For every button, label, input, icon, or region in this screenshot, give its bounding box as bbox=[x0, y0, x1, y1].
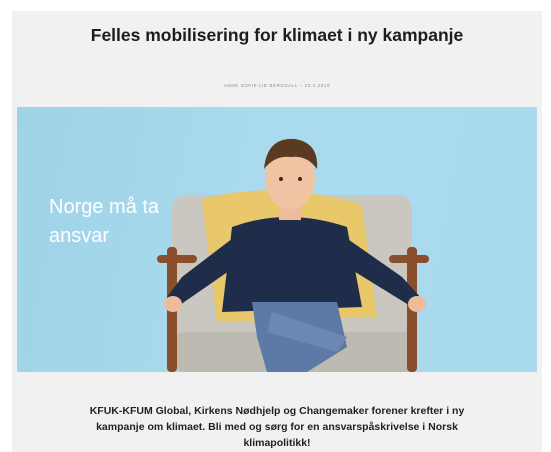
article-lead: KFUK-KFUM Global, Kirkens Nødhjelp og Ch… bbox=[89, 405, 465, 449]
boy-eye-right bbox=[298, 177, 302, 181]
boy-hand-right bbox=[408, 296, 426, 312]
hero-image[interactable]: Norge må ta ansvar bbox=[17, 107, 537, 372]
article-byline: ANNE SOFIE LIE BERGSALL – 23.4.2019 bbox=[223, 83, 331, 88]
boy-eye-left bbox=[279, 177, 283, 181]
article-card: Felles mobilisering for klimaet i ny kam… bbox=[12, 11, 542, 452]
hero-overlay-text: Norge må ta ansvar bbox=[49, 196, 160, 247]
boy-sweater bbox=[222, 217, 362, 312]
chair-arm-right bbox=[389, 255, 429, 263]
article-title[interactable]: Felles mobilisering for klimaet i ny kam… bbox=[12, 23, 542, 47]
boy-hand-left bbox=[164, 296, 182, 312]
chair-arm-left bbox=[157, 255, 197, 263]
